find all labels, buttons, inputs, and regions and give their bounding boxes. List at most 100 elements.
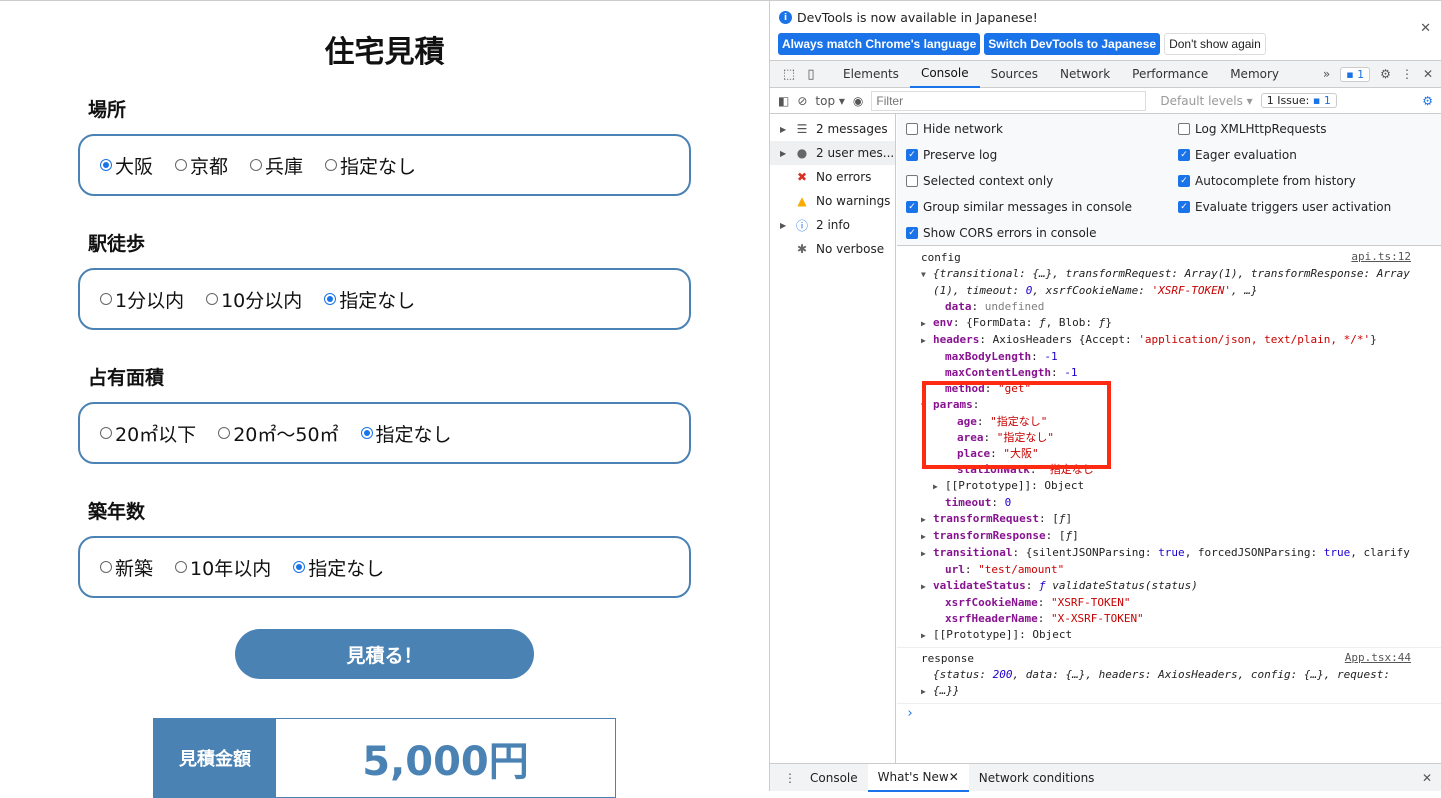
expand-arrow-icon[interactable]: ▶ — [921, 579, 933, 595]
radio-button[interactable] — [100, 561, 112, 573]
tab-performance[interactable]: Performance — [1121, 61, 1219, 88]
drawer-tab[interactable]: Network conditions — [969, 764, 1105, 792]
log-line[interactable]: ▶ [[Prototype]]: Object — [921, 627, 1441, 644]
radio-option[interactable]: 10分以内 — [206, 286, 302, 313]
log-line[interactable]: ▶ transformRequest: [ƒ] — [921, 511, 1441, 528]
setting-checkbox[interactable]: Selected context only — [906, 174, 1053, 188]
log-line[interactable]: ▶ transitional: {silentJSONParsing: true,… — [921, 545, 1441, 562]
checkbox[interactable]: ✓ — [1178, 149, 1190, 161]
checkbox[interactable]: ✓ — [1178, 175, 1190, 187]
radio-button[interactable] — [250, 159, 263, 171]
expand-arrow-icon[interactable]: ▶ — [921, 333, 933, 349]
tab-console[interactable]: Console — [909, 61, 980, 88]
console-settings-icon[interactable]: ⚙ — [1422, 94, 1433, 108]
checkbox[interactable]: ✓ — [906, 227, 918, 239]
radio-button[interactable] — [100, 159, 112, 171]
radio-option[interactable]: 1分以内 — [100, 286, 184, 313]
radio-option[interactable]: 兵庫 — [250, 152, 303, 179]
estimate-button[interactable]: 見積る！ — [235, 629, 534, 679]
messages-badge[interactable]: ▪ 1 — [1340, 66, 1371, 82]
radio-option[interactable]: 指定なし — [325, 152, 416, 179]
dont-show-again-button[interactable]: Don't show again — [1164, 33, 1266, 55]
drawer-menu-icon[interactable]: ⋮ — [784, 771, 796, 785]
checkbox[interactable] — [906, 175, 918, 187]
context-select[interactable]: top ▾ — [815, 94, 845, 108]
sidebar-item[interactable]: ✱ No verbose — [770, 237, 895, 261]
drawer-tab[interactable]: Console — [800, 764, 868, 792]
log-line[interactable]: ▶ env: {FormData: ƒ, Blob: ƒ} — [921, 315, 1441, 332]
issues-button[interactable]: 1 Issue: ▪ 1 — [1260, 93, 1337, 108]
log-line[interactable]: ▶ {…}} — [921, 683, 1441, 700]
radio-button[interactable] — [206, 293, 219, 305]
expand-arrow-icon[interactable]: ▶ — [921, 512, 933, 528]
tab-network[interactable]: Network — [1049, 61, 1121, 88]
close-tab-icon[interactable]: ✕ — [949, 770, 959, 784]
setting-checkbox[interactable]: Log XMLHttpRequests — [1178, 122, 1327, 136]
close-drawer-icon[interactable]: ✕ — [1422, 771, 1432, 785]
radio-button[interactable] — [218, 427, 231, 439]
radio-button[interactable] — [324, 293, 337, 305]
radio-button[interactable] — [100, 293, 112, 305]
match-language-button[interactable]: Always match Chrome's language — [778, 33, 981, 55]
setting-checkbox[interactable]: ✓ Evaluate triggers user activation — [1178, 200, 1391, 214]
radio-option[interactable]: 20㎡以下 — [100, 420, 196, 447]
radio-button[interactable] — [100, 427, 112, 439]
setting-checkbox[interactable]: ✓ Group similar messages in console — [906, 200, 1132, 214]
radio-option[interactable]: 指定なし — [360, 420, 452, 447]
kebab-menu-icon[interactable]: ⋮ — [1401, 67, 1413, 81]
expand-arrow-icon[interactable]: ▶ — [921, 628, 933, 644]
log-line[interactable]: ▶ [[Prototype]]: Object — [921, 478, 1441, 495]
radio-option[interactable]: 新築 — [100, 554, 153, 581]
sidebar-item[interactable]: ▶ ☰ 2 messages — [770, 117, 895, 141]
radio-button[interactable] — [175, 159, 188, 171]
radio-option[interactable]: 指定なし — [293, 554, 384, 581]
setting-checkbox[interactable]: Hide network — [906, 122, 1003, 136]
expand-arrow-icon[interactable]: ▶ — [921, 316, 933, 332]
close-devtools-icon[interactable]: ✕ — [1423, 67, 1433, 81]
console-prompt[interactable]: › — [897, 704, 1441, 721]
sidebar-item[interactable]: ▶ ● 2 user mes... — [770, 141, 895, 165]
log-line[interactable]: ▼ {transitional: {…}, transformRequest: A… — [921, 266, 1441, 283]
source-link[interactable]: App.tsx:44 — [1345, 651, 1411, 664]
more-tabs-icon[interactable]: » — [1323, 67, 1330, 81]
source-link[interactable]: api.ts:12 — [1351, 250, 1411, 263]
eye-icon[interactable]: ◉ — [853, 94, 863, 108]
log-line[interactable]: ▶ transformResponse: [ƒ] — [921, 528, 1441, 545]
setting-checkbox[interactable]: ✓ Preserve log — [906, 148, 997, 162]
radio-option[interactable]: 20㎡〜50㎡ — [218, 420, 339, 447]
radio-button[interactable] — [175, 561, 188, 573]
device-toolbar-icon[interactable]: ▯ — [800, 67, 822, 82]
tab-memory[interactable]: Memory — [1219, 61, 1290, 88]
sidebar-item[interactable]: ▲ No warnings — [770, 189, 895, 213]
expand-arrow-icon[interactable]: ▶ — [921, 529, 933, 545]
log-line[interactable]: ▶ validateStatus: ƒ validateStatus(status… — [921, 578, 1441, 595]
radio-button[interactable] — [360, 427, 373, 439]
filter-input[interactable] — [871, 90, 1147, 111]
log-line[interactable]: ▶ headers: AxiosHeaders {Accept: 'applica… — [921, 332, 1441, 349]
expand-arrow-icon[interactable]: ▶ — [933, 479, 945, 495]
expand-arrow-icon[interactable]: ▶ — [921, 546, 933, 562]
checkbox[interactable]: ✓ — [906, 149, 918, 161]
inspect-icon[interactable]: ⬚ — [778, 67, 800, 82]
setting-checkbox[interactable]: ✓ Show CORS errors in console — [906, 226, 1097, 240]
drawer-tab[interactable]: What's New ✕ — [867, 763, 969, 792]
checkbox[interactable] — [906, 123, 918, 135]
expand-arrow-icon[interactable]: ▶ — [921, 684, 933, 700]
checkbox[interactable]: ✓ — [906, 201, 918, 213]
setting-checkbox[interactable]: ✓ Eager evaluation — [1178, 148, 1297, 162]
checkbox[interactable] — [1178, 123, 1190, 135]
checkbox[interactable]: ✓ — [1178, 201, 1190, 213]
close-icon[interactable]: ✕ — [1420, 21, 1431, 36]
tab-elements[interactable]: Elements — [832, 61, 910, 88]
setting-checkbox[interactable]: ✓ Autocomplete from history — [1178, 174, 1356, 188]
sidebar-item[interactable]: ✖ No errors — [770, 165, 895, 189]
radio-option[interactable]: 10年以内 — [175, 554, 271, 581]
sidebar-item[interactable]: ▶ ⓘ 2 info — [770, 213, 895, 237]
gear-icon[interactable]: ⚙ — [1380, 67, 1391, 81]
radio-option[interactable]: 指定なし — [324, 286, 415, 313]
radio-button[interactable] — [293, 561, 306, 573]
tab-sources[interactable]: Sources — [980, 61, 1049, 88]
sidebar-toggle-icon[interactable]: ◧ — [778, 94, 789, 108]
radio-button[interactable] — [325, 159, 338, 171]
switch-japanese-button[interactable]: Switch DevTools to Japanese — [984, 33, 1161, 55]
